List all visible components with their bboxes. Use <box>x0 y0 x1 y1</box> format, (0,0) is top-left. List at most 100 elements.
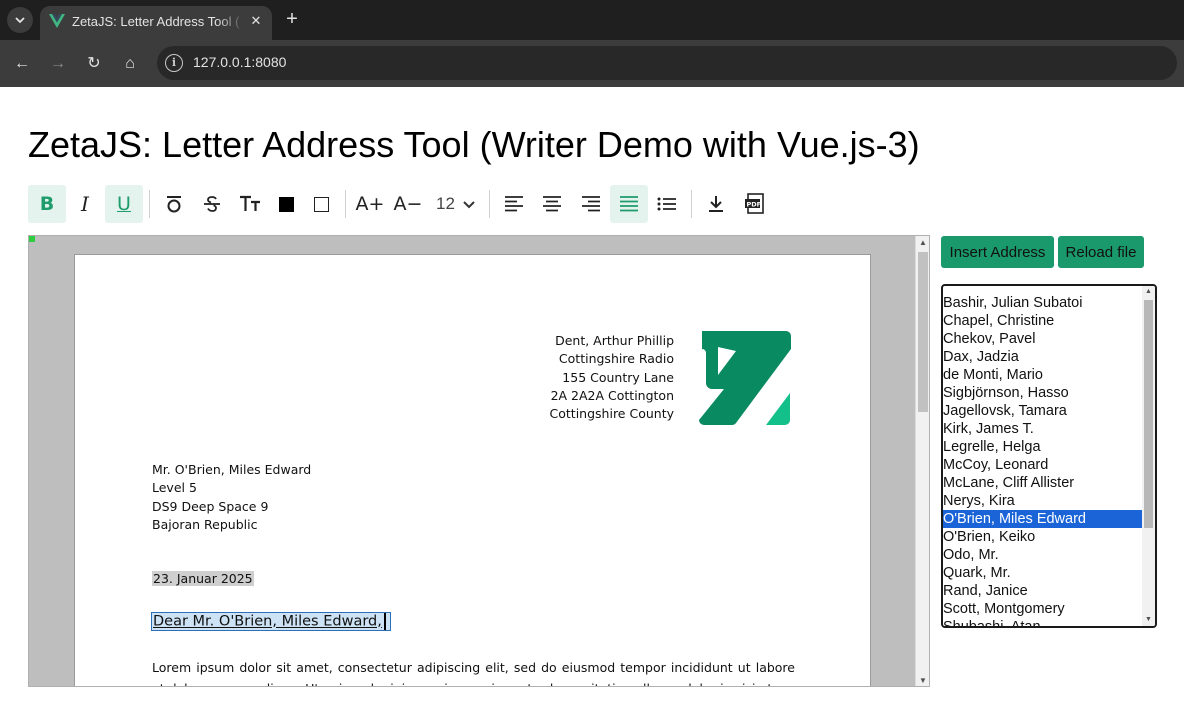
address-list-item[interactable]: McCoy, Leonard <box>943 456 1143 474</box>
overline-button[interactable] <box>155 185 193 223</box>
toolbar-divider <box>489 190 490 218</box>
text-case-button[interactable] <box>231 185 269 223</box>
align-center-icon <box>543 196 561 212</box>
font-increase-button[interactable]: A+ <box>351 185 389 223</box>
scrollbar-thumb[interactable] <box>1144 300 1153 528</box>
bullet-list-button[interactable] <box>648 185 686 223</box>
home-icon[interactable]: ⌂ <box>118 52 142 76</box>
align-left-icon <box>505 196 523 212</box>
font-size-select[interactable]: 12 <box>430 185 478 223</box>
reload-file-button[interactable]: Reload file <box>1058 236 1144 268</box>
font-decrease-icon: A− <box>393 193 423 215</box>
document-scrollbar[interactable]: ▲ ▼ <box>915 236 929 686</box>
strikethrough-icon <box>204 196 220 212</box>
scroll-up-icon[interactable]: ▲ <box>916 236 929 250</box>
address-list-item[interactable]: Rand, Janice <box>943 582 1143 600</box>
address-list-item[interactable]: O'Brien, Keiko <box>943 528 1143 546</box>
recipient-address: Mr. O'Brien, Miles Edward Level 5 DS9 De… <box>152 461 311 534</box>
text-cursor <box>383 613 386 630</box>
align-justify-icon <box>620 196 638 212</box>
site-info-icon[interactable]: i <box>165 54 183 72</box>
font-decrease-button[interactable]: A− <box>389 185 427 223</box>
font-color-button[interactable] <box>267 185 305 223</box>
address-list-item[interactable]: Nerys, Kira <box>943 492 1143 510</box>
download-icon <box>709 196 723 212</box>
align-right-button[interactable] <box>572 185 610 223</box>
scroll-up-icon[interactable]: ▲ <box>1142 286 1155 298</box>
background-color-icon <box>313 196 329 212</box>
address-list-scrollbar[interactable]: ▲ ▼ <box>1142 286 1155 626</box>
toolbar-divider <box>345 190 346 218</box>
address-list-item[interactable]: Scott, Montgomery <box>943 600 1143 618</box>
address-list-item[interactable]: Kirk, James T. <box>943 420 1143 438</box>
company-logo-icon <box>699 331 791 425</box>
browser-tab-bar: ZetaJS: Letter Address Tool ( ✕ + <box>0 0 1184 40</box>
address-list-item[interactable]: Shubashi, Atan <box>943 618 1143 626</box>
scroll-down-icon[interactable]: ▼ <box>1142 614 1155 626</box>
browser-tab[interactable]: ZetaJS: Letter Address Tool ( ✕ <box>40 6 272 40</box>
address-list-item[interactable]: Legrelle, Helga <box>943 438 1143 456</box>
address-list-item[interactable]: Chekov, Pavel <box>943 330 1143 348</box>
address-list-item[interactable]: McLane, Cliff Allister <box>943 474 1143 492</box>
bullet-list-icon <box>657 197 676 211</box>
align-left-button[interactable] <box>495 185 533 223</box>
scrollbar-thumb[interactable] <box>918 252 928 412</box>
underline-button[interactable]: U <box>105 185 143 223</box>
align-justify-button[interactable] <box>610 185 648 223</box>
text-case-icon <box>240 195 260 211</box>
page-title: ZetaJS: Letter Address Tool (Writer Demo… <box>28 124 920 165</box>
pdf-icon: PDF <box>745 193 764 214</box>
salutation[interactable]: Dear Mr. O'Brien, Miles Edward, <box>151 612 391 631</box>
new-tab-icon[interactable]: + <box>281 8 303 30</box>
address-list-item[interactable]: Chapel, Christine <box>943 312 1143 330</box>
bold-button[interactable]: B <box>28 185 66 223</box>
reload-icon[interactable]: ↻ <box>82 52 106 76</box>
scroll-down-icon[interactable]: ▼ <box>916 674 929 686</box>
export-pdf-button[interactable]: PDF <box>735 185 773 223</box>
address-list-item[interactable]: O'Brien, Miles Edward <box>943 510 1143 528</box>
address-list[interactable]: Bashir, Julian Subatoi Chapel, Christine C… <box>941 284 1157 628</box>
align-center-button[interactable] <box>533 185 571 223</box>
chevron-down-icon <box>463 201 475 209</box>
italic-icon: I <box>81 192 89 216</box>
chevron-down-icon[interactable] <box>7 7 33 33</box>
close-tab-icon[interactable]: ✕ <box>246 11 266 31</box>
document-canvas[interactable]: Dent, Arthur Phillip Cottingshire Radio … <box>28 235 930 687</box>
sender-line: Cottingshire County <box>549 406 674 422</box>
address-list-item[interactable]: Sigbjörnson, Hasso <box>943 384 1143 402</box>
address-list-item[interactable]: Dax, Jadzia <box>943 348 1143 366</box>
recipient-line: Bajoran Republic <box>152 516 258 532</box>
recipient-line: Level 5 <box>152 480 197 496</box>
address-list-item[interactable]: Jagellovsk, Tamara <box>943 402 1143 420</box>
address-list-item[interactable]: Quark, Mr. <box>943 564 1143 582</box>
status-indicator <box>29 236 35 242</box>
recipient-line: DS9 Deep Space 9 <box>152 498 269 514</box>
browser-nav-bar: ← → ↻ ⌂ i 127.0.0.1:8080 <box>0 40 1184 87</box>
back-icon[interactable]: ← <box>10 52 34 76</box>
formatting-toolbar: B I U A+ A− 12 PDF <box>28 184 768 224</box>
address-list-item[interactable]: Odo, Mr. <box>943 546 1143 564</box>
insert-address-button[interactable]: Insert Address <box>941 236 1054 268</box>
bold-icon: B <box>39 193 55 215</box>
background-color-button[interactable] <box>302 185 340 223</box>
sender-line: 155 Country Lane <box>562 369 674 385</box>
url-text: 127.0.0.1:8080 <box>193 54 287 70</box>
strikethrough-button[interactable] <box>193 185 231 223</box>
letter-date: 23. Januar 2025 <box>152 571 254 586</box>
address-bar[interactable]: i 127.0.0.1:8080 <box>157 46 1177 80</box>
letter-body: Lorem ipsum dolor sit amet, consectetur … <box>152 660 795 686</box>
address-list-items: Bashir, Julian Subatoi Chapel, Christine C… <box>943 294 1143 626</box>
toolbar-divider <box>149 190 150 218</box>
download-button[interactable] <box>697 185 735 223</box>
address-list-item[interactable]: de Monti, Mario <box>943 366 1143 384</box>
svg-text:PDF: PDF <box>747 200 762 208</box>
forward-icon[interactable]: → <box>46 52 70 76</box>
document-page[interactable]: Dent, Arthur Phillip Cottingshire Radio … <box>74 254 871 686</box>
sender-address: Dent, Arthur Phillip Cottingshire Radio … <box>550 332 674 423</box>
sender-line: 2A 2A2A Cottington <box>550 387 674 403</box>
address-list-item[interactable]: Bashir, Julian Subatoi <box>943 294 1143 312</box>
italic-button[interactable]: I <box>66 185 104 223</box>
align-right-icon <box>582 196 600 212</box>
sender-line: Cottingshire Radio <box>558 351 674 367</box>
vue-logo-icon <box>49 14 65 28</box>
